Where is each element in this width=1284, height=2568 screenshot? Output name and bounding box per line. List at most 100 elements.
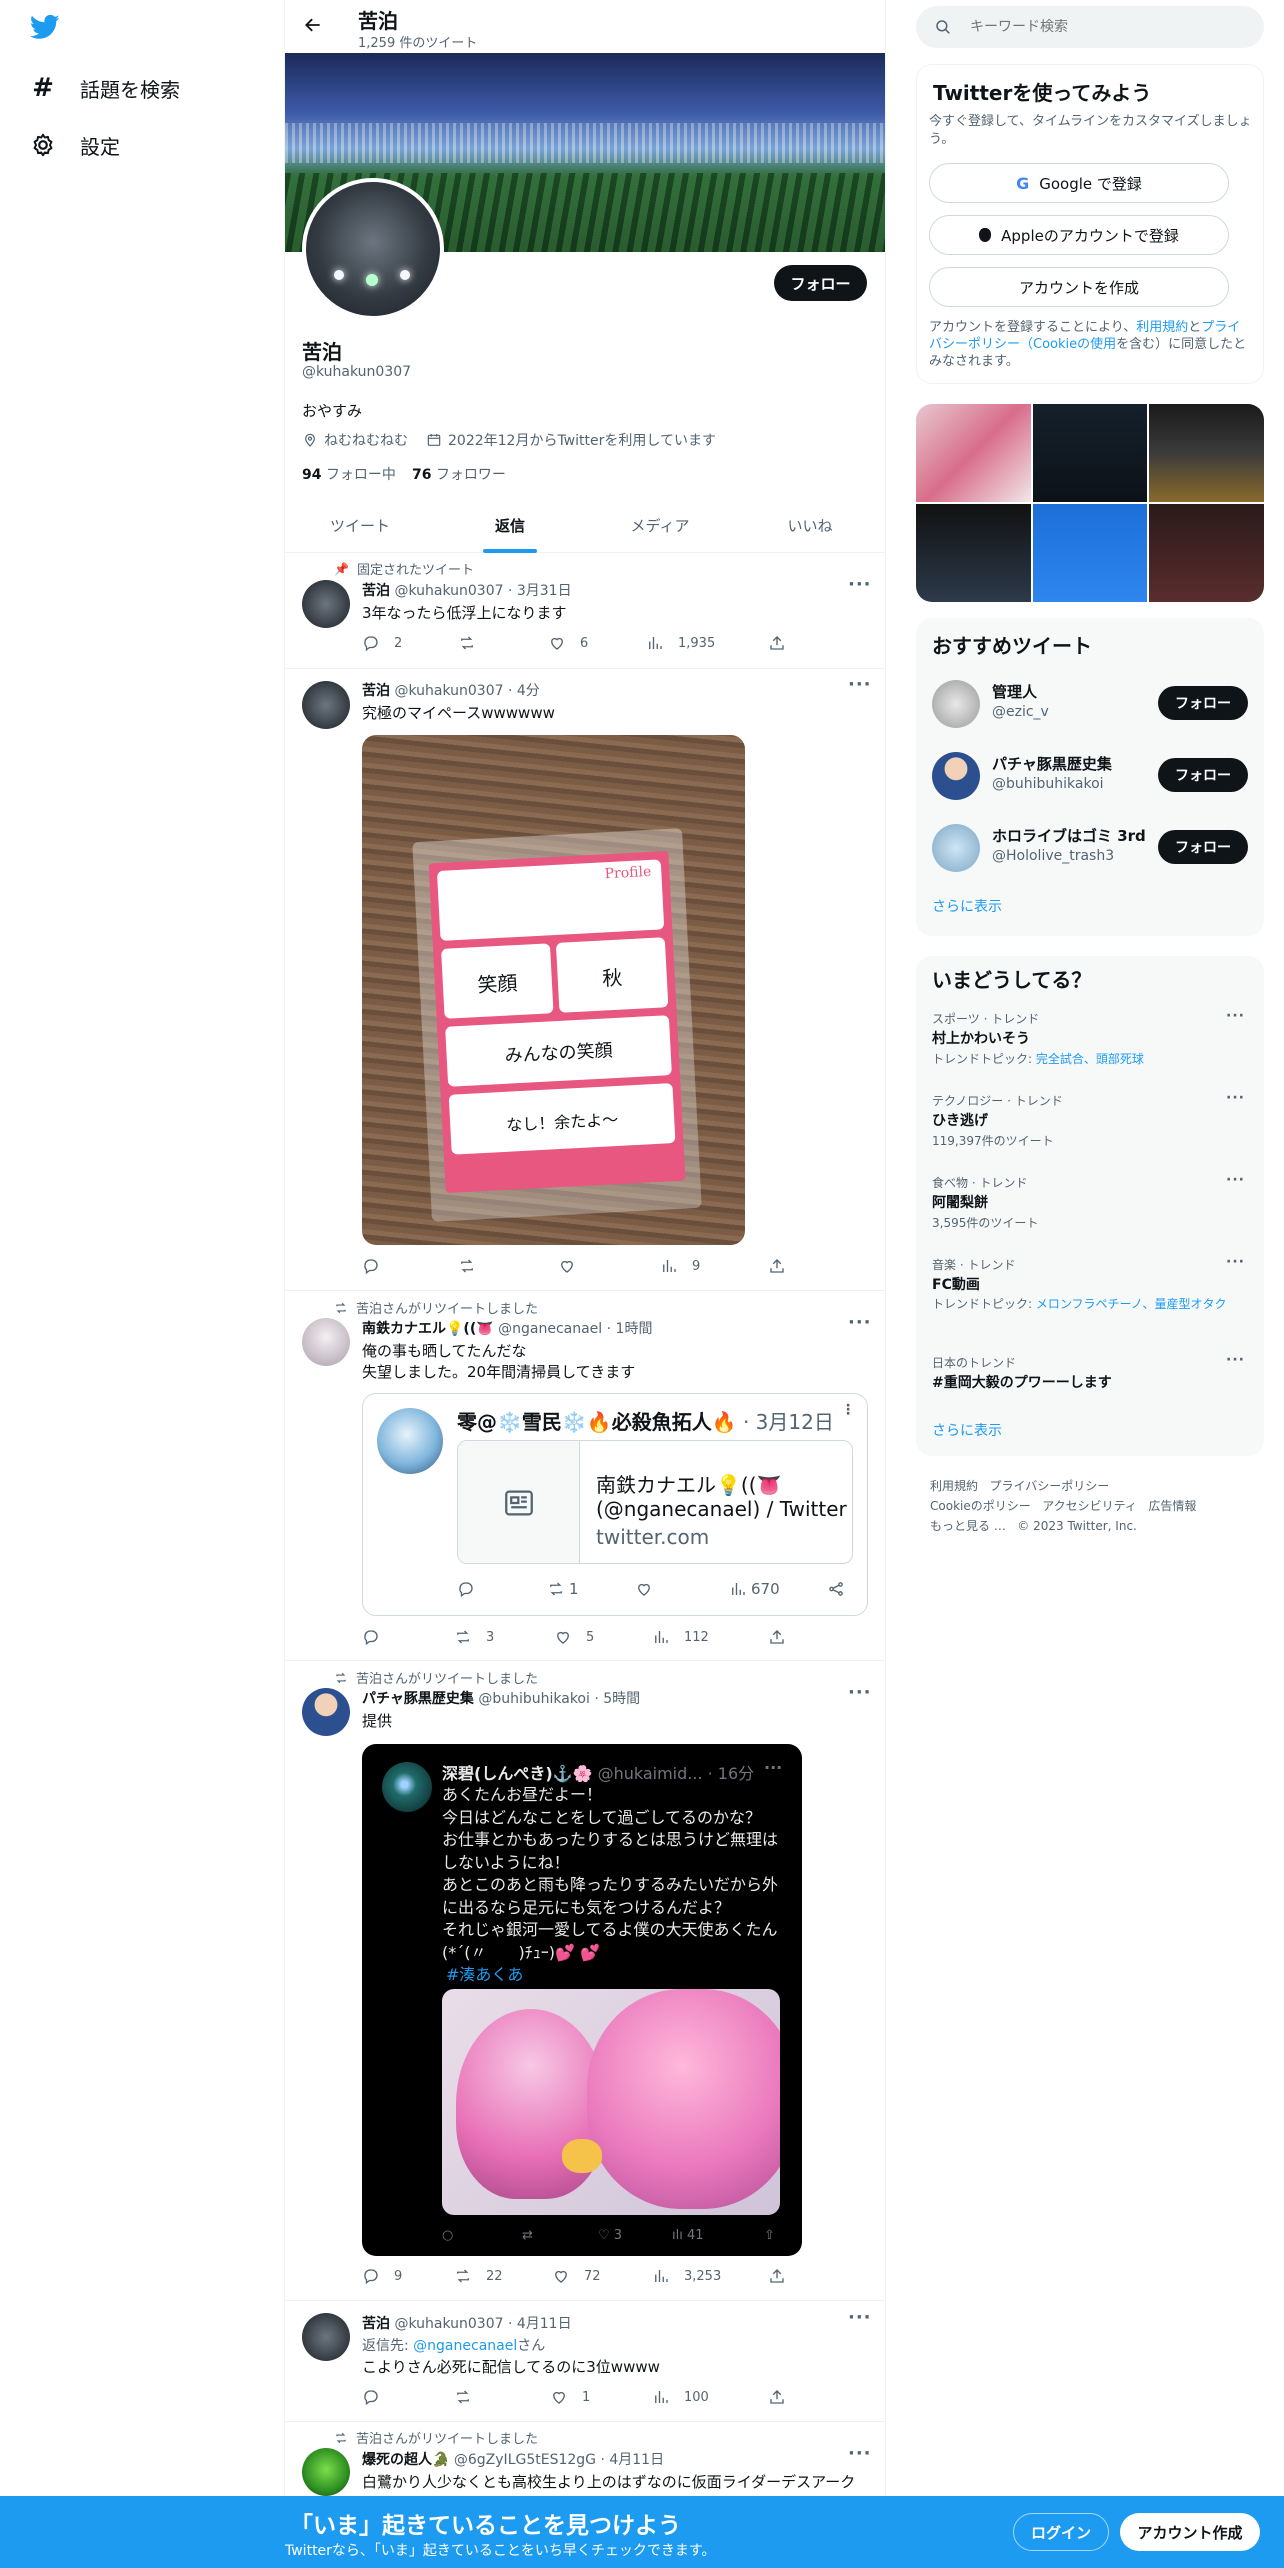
apple-signup-button[interactable]: Appleのアカウントで登録 [929,215,1229,255]
following-link[interactable]: 94 フォロー中 [302,464,396,484]
trend-item[interactable]: 日本のトレンド #重岡大毅のプワーーします ··· [916,1352,1264,1404]
views-button[interactable]: 100 [652,2388,709,2406]
show-more-link[interactable]: さらに表示 [932,896,1002,916]
follow-button[interactable]: フォロー [774,265,867,301]
google-signup-button[interactable]: G Google で登録 [929,163,1229,203]
followers-link[interactable]: 76 フォロワー [412,464,506,484]
create-account-button[interactable]: アカウントを作成 [929,267,1229,307]
retweet-button[interactable]: 3 [454,1628,494,1646]
retweet-button[interactable] [458,634,490,652]
back-button[interactable] [300,12,326,38]
more-icon[interactable]: ⋮ [841,1402,856,1418]
media-thumb[interactable] [916,404,1031,502]
like-button[interactable]: 6 [548,634,588,652]
share-button[interactable] [768,2267,786,2285]
user-name[interactable]: ホロライブはゴミ 3rd [992,825,1146,846]
tab-likes[interactable]: いいね [735,497,885,553]
more-icon[interactable]: ··· [848,574,872,595]
link-card[interactable]: 南鉄カナエル💡((👅 (@nganecanael) / Twitter twit… [457,1440,853,1564]
reply-button[interactable]: 2 [362,634,402,652]
hashtag-link[interactable]: #湊あくあ [442,1964,792,1987]
footer-link[interactable]: Cookieのポリシー [930,1499,1031,1513]
share-icon[interactable]: ⇧ [764,2228,775,2243]
retweet-button[interactable] [454,2388,486,2406]
more-icon[interactable]: ··· [848,1312,872,1333]
share-button[interactable] [827,1580,845,1598]
tweet-avatar[interactable] [302,2313,350,2361]
more-icon[interactable]: ··· [848,2307,872,2328]
twitter-logo-icon[interactable] [28,12,62,42]
nav-item-settings[interactable]: 設定 [28,127,120,163]
reply-button[interactable] [362,1628,394,1646]
search-input[interactable] [970,19,1230,35]
views-button[interactable]: 670 [729,1580,780,1598]
retweet-icon[interactable]: ⇄ [522,2228,533,2243]
footer-link[interactable]: アクセシビリティ [1042,1499,1137,1513]
more-icon[interactable]: ··· [764,1758,782,1777]
user-name[interactable]: パチャ豚黒歴史集 [992,753,1112,774]
user-avatar[interactable] [932,680,980,728]
footer-link[interactable]: 利用規約 [930,1479,978,1493]
footer-link[interactable]: もっと見る … [930,1519,1006,1533]
trend-item[interactable]: スポーツ · トレンド 村上かわいそう トレンドトピック: 完全試合、頭部死球 … [916,1008,1264,1080]
search-box[interactable] [916,6,1264,48]
views-button[interactable]: ılı 41 [672,2228,704,2243]
profile-avatar[interactable] [302,178,444,320]
views-button[interactable]: 112 [652,1628,709,1646]
views-button[interactable]: 1,935 [646,634,715,652]
reply-button[interactable] [362,1257,394,1275]
follow-button[interactable]: フォロー [1158,830,1248,864]
more-icon[interactable]: ··· [1226,1090,1245,1106]
media-thumb[interactable] [1032,504,1148,602]
embed-photo[interactable] [442,1989,780,2215]
trend-item[interactable]: テクノロジー · トレンド ひき逃げ 119,397件のツイート ··· [916,1090,1264,1162]
retweet-button[interactable]: 1 [547,1580,579,1598]
show-more-link[interactable]: さらに表示 [932,1420,1002,1440]
tweet-avatar[interactable] [302,1318,350,1366]
bottom-signup-button[interactable]: アカウント作成 [1120,2513,1260,2551]
media-thumb[interactable] [1032,404,1148,502]
media-thumb[interactable] [916,504,1031,602]
retweet-button[interactable] [458,1257,490,1275]
more-icon[interactable]: ··· [1226,1008,1245,1024]
tweet-avatar[interactable] [302,2448,350,2496]
reply-button[interactable]: 9 [362,2267,402,2285]
login-button[interactable]: ログイン [1013,2513,1109,2551]
embedded-tweet[interactable]: 零@❄️雪民❄️🔥必殺魚拓人🔥 · 3月12日 ⋮ 南鉄カナエル💡((👅 (@n… [362,1393,868,1616]
tab-tweets[interactable]: ツイート [285,497,435,553]
follow-button[interactable]: フォロー [1158,686,1248,720]
tweet-avatar[interactable] [302,580,350,628]
views-button[interactable]: 9 [660,1257,700,1275]
trend-item[interactable]: 音楽 · トレンド FC動画 トレンドトピック: メロンフラペチーノ、量産型オタ… [916,1254,1264,1344]
more-icon[interactable]: ··· [848,2443,872,2464]
tweet-avatar[interactable] [302,681,350,729]
media-thumb[interactable] [1149,504,1264,602]
tweet-avatar[interactable] [302,1688,350,1736]
more-icon[interactable]: ··· [1226,1172,1245,1188]
user-name[interactable]: 管理人 [992,681,1037,702]
footer-link[interactable]: 広告情報 [1148,1499,1196,1513]
like-button[interactable] [558,1257,590,1275]
like-button[interactable]: 1 [550,2388,590,2406]
tab-replies[interactable]: 返信 [435,497,585,553]
like-button[interactable]: 5 [554,1628,594,1646]
views-button[interactable]: 3,253 [652,2267,721,2285]
share-button[interactable] [768,1257,786,1275]
more-icon[interactable]: ··· [1226,1352,1245,1368]
follow-button[interactable]: フォロー [1158,758,1248,792]
more-icon[interactable]: ··· [848,674,872,695]
share-button[interactable] [768,1628,786,1646]
like-button[interactable]: 72 [552,2267,601,2285]
share-button[interactable] [768,634,786,652]
more-icon[interactable]: ··· [1226,1254,1245,1270]
like-button[interactable] [635,1580,653,1598]
more-icon[interactable]: ··· [848,1682,872,1703]
tweet-image[interactable]: Profile 笑顔 秋 みんなの笑顔 なし！余たよ〜 [362,735,745,1245]
user-avatar[interactable] [932,824,980,872]
reply-icon[interactable]: ○ [442,2228,453,2243]
trend-item[interactable]: 食べ物 · トレンド 阿闍梨餅 3,595件のツイート ··· [916,1172,1264,1244]
tab-media[interactable]: メディア [585,497,735,553]
tweet-image[interactable]: 深碧(しんぺき)⚓️🌸 @hukaimid... · 16分 ··· あくたんお… [362,1744,802,2256]
retweet-button[interactable]: 22 [454,2267,503,2285]
reply-button[interactable] [362,2388,394,2406]
